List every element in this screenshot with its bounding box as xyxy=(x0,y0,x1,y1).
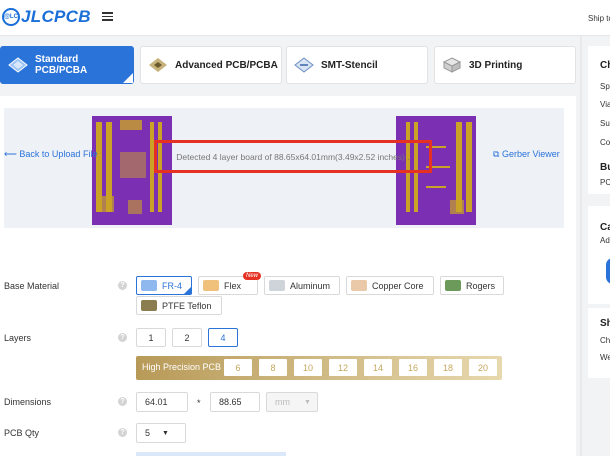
chevron-down-icon: ▼ xyxy=(304,398,311,406)
material-fr4[interactable]: FR-4 xyxy=(136,276,192,295)
material-copper-core[interactable]: Copper Core xyxy=(346,276,434,295)
tab-selected-corner xyxy=(123,73,133,83)
right-panel-build: Bu PC xyxy=(588,154,610,194)
ptfe-teflon-icon xyxy=(141,300,157,311)
back-to-upload-link[interactable]: ⟵ Back to Upload File xyxy=(4,149,97,160)
layer-option-18[interactable]: 18 xyxy=(434,359,462,376)
right-sidebar: Ch Sp Via Su Co Bu PC Ca Ad Sh Ch We xyxy=(588,46,610,456)
jlcpcb-logo[interactable]: @LC JLCPCB xyxy=(2,7,91,27)
material-ptfe-teflon[interactable]: PTFE Teflon xyxy=(136,296,222,315)
pcb-board-icon xyxy=(7,56,29,74)
partial-element xyxy=(136,452,286,456)
layer-option-1[interactable]: 1 xyxy=(136,328,166,347)
layer-option-6[interactable]: 6 xyxy=(224,359,252,376)
unit-value: mm xyxy=(275,397,290,407)
layer-option-4[interactable]: 4 xyxy=(208,328,238,347)
pcb-qty-value: 5 xyxy=(145,428,151,438)
option-label: Flex xyxy=(224,280,242,291)
right-text: Ch xyxy=(600,336,610,345)
right-panel-calc: Ca Ad xyxy=(588,206,610,304)
help-icon[interactable]: ? xyxy=(118,333,127,342)
right-text: Sh xyxy=(600,318,610,329)
detected-info-highlight: Detected 4 layer board of 88.65x64.01mm(… xyxy=(154,140,432,173)
tab-standard-pcb[interactable]: Standard PCB/PCBA xyxy=(0,46,134,84)
tab-label: Standard PCB/PCBA xyxy=(34,54,88,76)
back-link-label: Back to Upload File xyxy=(19,149,98,159)
layer-option-20[interactable]: 20 xyxy=(469,359,497,376)
hamburger-menu-icon[interactable] xyxy=(102,12,113,21)
3d-cube-icon xyxy=(441,56,463,74)
right-text: Bu xyxy=(600,162,610,173)
new-badge: New xyxy=(243,272,262,280)
arrow-left-icon: ⟵ xyxy=(4,149,20,159)
tab-smt-stencil[interactable]: SMT-Stencil xyxy=(286,46,428,84)
gerber-viewer-icon: ⧉ xyxy=(493,149,502,159)
times-symbol: * xyxy=(197,398,201,408)
pcb-qty-label: PCB Qty xyxy=(4,428,40,438)
help-icon[interactable]: ? xyxy=(118,428,127,437)
tab-advanced-pcb[interactable]: Advanced PCB/PCBA xyxy=(140,46,282,84)
help-icon[interactable]: ? xyxy=(118,397,127,406)
layer-option-8[interactable]: 8 xyxy=(259,359,287,376)
pcb-qty-select[interactable]: 5 ▼ xyxy=(136,423,186,443)
dimensions-label: Dimensions xyxy=(4,397,52,407)
flex-icon xyxy=(203,280,219,291)
high-precision-pcb-bar: High Precision PCB 6 8 10 12 14 16 18 20 xyxy=(136,356,502,380)
layer-option-12[interactable]: 12 xyxy=(329,359,357,376)
dimension-height-input[interactable]: 88.65 xyxy=(210,392,260,412)
gerber-viewer-label: Gerber Viewer xyxy=(501,149,560,159)
right-panel-shipping: Sh Ch We xyxy=(588,308,610,378)
rogers-icon xyxy=(445,280,461,291)
layer-option-2[interactable]: 2 xyxy=(172,328,202,347)
right-text: We xyxy=(600,353,610,362)
detected-board-text: Detected 4 layer board of 88.65x64.01mm(… xyxy=(176,151,410,162)
option-label: FR-4 xyxy=(162,280,182,291)
tab-label: 3D Printing xyxy=(469,59,523,71)
option-label: Rogers xyxy=(466,280,496,291)
tab-label: SMT-Stencil xyxy=(321,59,378,71)
action-button[interactable] xyxy=(606,258,610,284)
option-label: Aluminum xyxy=(290,280,331,291)
fr4-icon xyxy=(141,280,157,291)
tab-label: Advanced PCB/PCBA xyxy=(175,59,278,71)
chevron-down-icon: ▼ xyxy=(162,429,169,437)
right-text: Via xyxy=(600,100,610,109)
layers-label: Layers xyxy=(4,333,32,343)
scrollbar[interactable] xyxy=(580,36,582,456)
layer-option-16[interactable]: 16 xyxy=(399,359,427,376)
logo-text: JLCPCB xyxy=(21,7,91,26)
top-header: @LC JLCPCB Ship to xyxy=(0,0,610,36)
right-text: Su xyxy=(600,119,610,128)
selected-corner xyxy=(184,287,191,294)
right-text: PC xyxy=(600,178,610,187)
base-material-label: Base Material xyxy=(4,281,60,291)
chip-icon xyxy=(147,56,169,74)
copper-core-icon xyxy=(351,280,367,291)
logo-badge: @LC xyxy=(2,8,20,26)
stencil-icon xyxy=(293,56,315,74)
high-precision-label: High Precision PCB xyxy=(142,362,222,372)
tab-3d-printing[interactable]: 3D Printing xyxy=(434,46,576,84)
help-icon[interactable]: ? xyxy=(118,281,127,290)
aluminum-icon xyxy=(269,280,285,291)
option-label: PTFE Teflon xyxy=(162,300,212,311)
ship-to-label[interactable]: Ship to xyxy=(588,14,610,23)
unit-select[interactable]: mm ▼ xyxy=(266,392,318,412)
gerber-viewer-link[interactable]: ⧉ Gerber Viewer xyxy=(493,149,560,160)
option-label: Copper Core xyxy=(372,280,424,291)
right-text: Ad xyxy=(600,236,610,245)
layer-option-10[interactable]: 10 xyxy=(294,359,322,376)
right-text: Ca xyxy=(600,222,610,233)
right-text: Ch xyxy=(600,60,610,71)
material-aluminum[interactable]: Aluminum xyxy=(264,276,340,295)
right-text: Sp xyxy=(600,82,610,91)
layer-option-14[interactable]: 14 xyxy=(364,359,392,376)
material-rogers[interactable]: Rogers xyxy=(440,276,504,295)
right-text: Co xyxy=(600,138,610,147)
dimension-width-input[interactable]: 64.01 xyxy=(136,392,188,412)
